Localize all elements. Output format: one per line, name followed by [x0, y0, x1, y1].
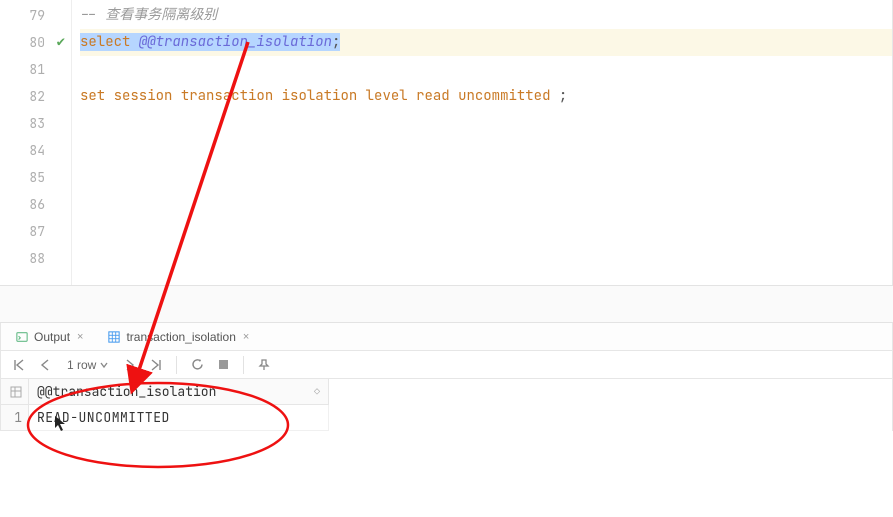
next-page-button[interactable] — [120, 355, 140, 375]
code-line[interactable] — [80, 137, 892, 164]
line-number: 88 — [0, 245, 71, 272]
system-variable: @@transaction_isolation — [139, 33, 332, 51]
table-icon — [10, 386, 22, 398]
code-area[interactable]: -- 查看事务隔离级别 select @@transaction_isolati… — [72, 0, 892, 285]
line-number: 83 — [0, 110, 71, 137]
code-line[interactable] — [80, 245, 892, 272]
keyword: read — [416, 87, 450, 105]
cell[interactable]: READ-UNCOMMITTED — [29, 405, 329, 431]
line-number: 81 — [0, 56, 71, 83]
keyword: select — [80, 33, 130, 51]
code-line[interactable]: -- 查看事务隔离级别 — [80, 2, 892, 29]
keyword: session — [114, 87, 173, 105]
panel-splitter[interactable] — [0, 285, 893, 323]
row-count-label: 1 row — [67, 358, 96, 372]
code-line[interactable] — [80, 56, 892, 83]
output-icon — [15, 330, 29, 344]
last-page-button[interactable] — [146, 355, 166, 375]
comment-text: -- 查看事务隔离级别 — [80, 6, 217, 24]
close-icon[interactable]: × — [241, 331, 251, 343]
line-number: 84 — [0, 137, 71, 164]
prev-page-button[interactable] — [35, 355, 55, 375]
refresh-button[interactable] — [187, 355, 207, 375]
sql-editor[interactable]: 79 80 81 82 83 84 85 86 87 88 -- 查看事务隔离级… — [0, 0, 893, 285]
code-line[interactable]: select @@transaction_isolation; — [80, 29, 892, 56]
separator — [176, 356, 177, 374]
line-number: 86 — [0, 191, 71, 218]
code-line[interactable] — [80, 218, 892, 245]
code-line[interactable] — [80, 110, 892, 137]
code-line[interactable]: set session transaction isolation level … — [80, 83, 892, 110]
close-icon[interactable]: × — [75, 331, 85, 343]
sort-icon[interactable]: ◇ — [314, 385, 320, 398]
line-number: 79 — [0, 2, 71, 29]
keyword: level — [366, 87, 408, 105]
table-row[interactable]: 1 READ-UNCOMMITTED — [1, 405, 892, 431]
line-number: 87 — [0, 218, 71, 245]
line-number: 85 — [0, 164, 71, 191]
punctuation: ; — [550, 87, 567, 105]
result-tabs: Output × transaction_isolation × — [1, 323, 892, 351]
row-number: 1 — [1, 405, 29, 431]
grid-header-row: @@transaction_isolation ◇ — [1, 379, 892, 405]
column-header[interactable]: @@transaction_isolation ◇ — [29, 379, 329, 405]
tab-label: Output — [34, 330, 70, 344]
chevron-down-icon — [100, 361, 108, 369]
separator — [243, 356, 244, 374]
keyword: transaction — [181, 87, 273, 105]
row-number-header[interactable] — [1, 379, 29, 405]
line-number: 80 — [0, 29, 71, 56]
line-number: 82 — [0, 83, 71, 110]
results-grid[interactable]: @@transaction_isolation ◇ 1 READ-UNCOMMI… — [1, 379, 892, 431]
tab-output[interactable]: Output × — [11, 323, 89, 350]
stop-button[interactable] — [213, 355, 233, 375]
first-page-button[interactable] — [9, 355, 29, 375]
punctuation: ; — [332, 33, 340, 51]
pin-button[interactable] — [254, 355, 274, 375]
table-icon — [107, 330, 121, 344]
tab-result[interactable]: transaction_isolation × — [103, 323, 255, 350]
tab-label: transaction_isolation — [126, 330, 235, 344]
line-number-gutter: 79 80 81 82 83 84 85 86 87 88 — [0, 0, 72, 285]
keyword: uncommitted — [458, 87, 550, 105]
results-panel: Output × transaction_isolation × 1 row — [0, 323, 893, 431]
code-line[interactable] — [80, 191, 892, 218]
keyword: isolation — [282, 87, 358, 105]
code-line[interactable] — [80, 164, 892, 191]
results-toolbar: 1 row — [1, 351, 892, 379]
keyword: set — [80, 87, 105, 105]
row-count[interactable]: 1 row — [61, 358, 114, 372]
column-name: @@transaction_isolation — [37, 383, 216, 400]
